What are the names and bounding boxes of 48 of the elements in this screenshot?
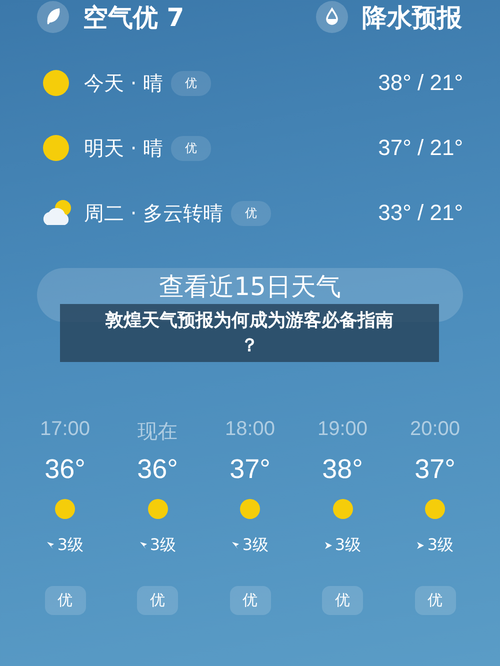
temperature-range: 38° / 21° — [378, 70, 463, 96]
wind-level: 3级 — [242, 535, 269, 556]
wind-level: 3级 — [427, 535, 454, 556]
sun-icon — [332, 499, 352, 519]
day-label: 明天 · 晴 — [84, 134, 164, 162]
wind-level: 3级 — [150, 535, 176, 556]
sun-icon — [43, 135, 69, 161]
wind-arrow-icon — [231, 541, 240, 550]
hour-temperature: 37° — [414, 454, 456, 485]
sun-icon — [425, 499, 445, 519]
air-quality-badge: 优 — [322, 586, 363, 615]
raindrop-icon — [316, 1, 348, 33]
leaf-icon — [37, 1, 69, 33]
caption-text: 敦煌天气预报为何成为游客必备指南 — [106, 309, 394, 333]
hour-label: 现在 — [138, 420, 178, 445]
air-quality-badge: 优 — [171, 136, 212, 160]
hour-temperature: 37° — [230, 454, 270, 485]
hour-temperature: 38° — [322, 454, 363, 485]
caption-text: ？ — [240, 334, 258, 358]
air-quality-badge: 优 — [414, 586, 456, 615]
hour-label: 17:00 — [40, 418, 90, 442]
wind-arrow-icon — [138, 541, 148, 550]
sun-icon — [55, 499, 75, 519]
sun-icon — [43, 70, 69, 96]
hour-label: 18:00 — [224, 418, 276, 442]
air-quality-badge: 优 — [137, 586, 178, 615]
summary-label: 空气优 7 — [83, 2, 184, 34]
sun-icon — [240, 499, 260, 519]
summary-label: 降水预报 — [362, 2, 462, 34]
hour-temperature: 36° — [44, 454, 86, 485]
hour-label: 19:00 — [317, 418, 368, 442]
wind-arrow-icon — [324, 541, 333, 550]
day-label: 周二 · 多云转晴 — [84, 200, 224, 226]
day-label: 今天 · 晴 — [84, 70, 164, 96]
sun-icon — [148, 499, 168, 519]
wind-level: 3级 — [57, 535, 84, 556]
air-quality-badge: 优 — [44, 586, 86, 615]
air-quality-badge: 优 — [230, 586, 270, 615]
air-quality-badge: 优 — [231, 200, 272, 226]
wind-arrow-icon — [416, 541, 426, 550]
temperature-range: 33° / 21° — [378, 200, 463, 226]
air-quality-badge: 优 — [171, 70, 212, 96]
wind-arrow-icon — [46, 541, 56, 550]
hour-temperature: 36° — [137, 454, 178, 485]
hour-label: 20:00 — [410, 418, 460, 442]
temperature-range: 37° / 21° — [378, 135, 463, 161]
wind-level: 3级 — [334, 535, 362, 556]
forecast-button[interactable]: 查看近15日天气 — [159, 272, 341, 302]
